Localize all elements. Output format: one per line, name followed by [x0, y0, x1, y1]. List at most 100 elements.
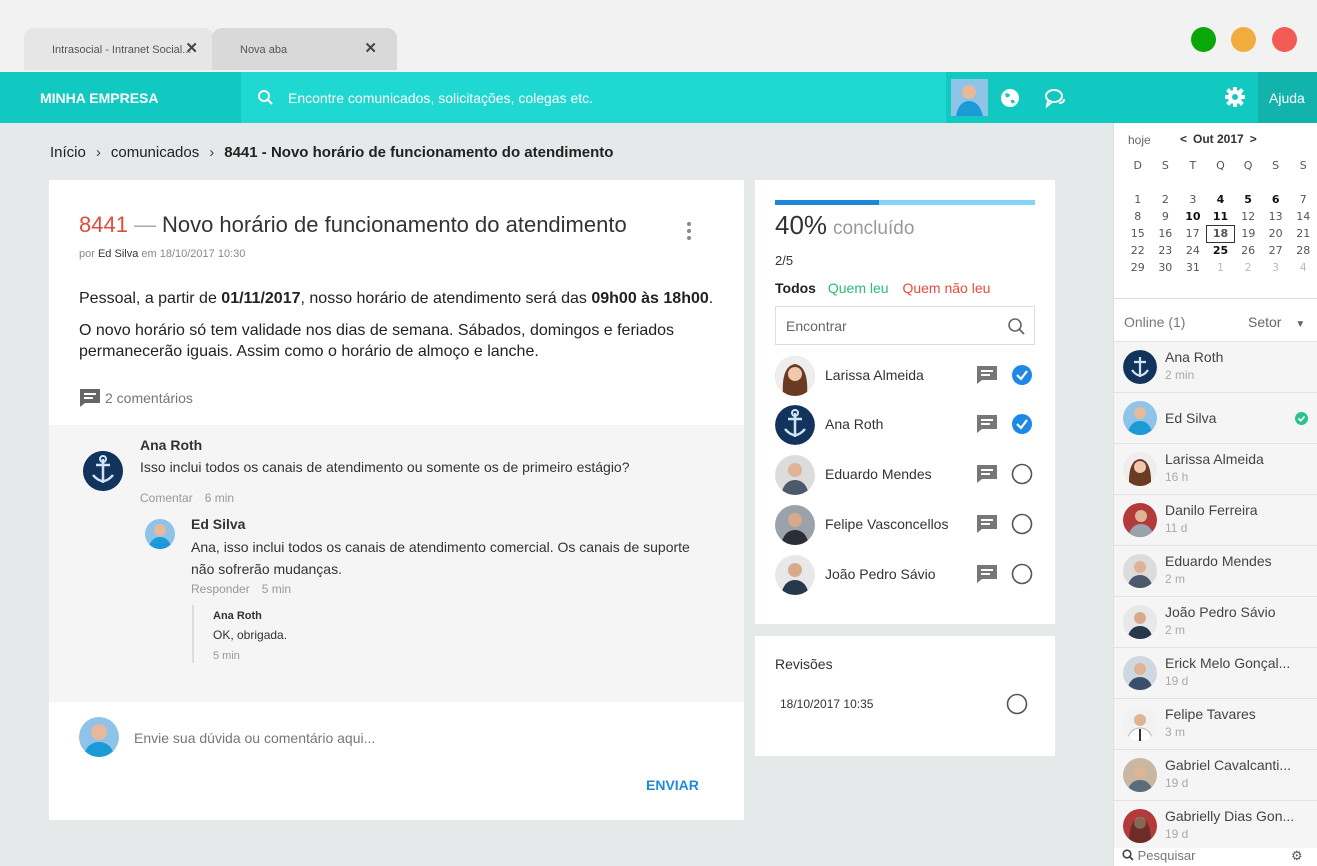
calendar-day[interactable]: 2 [1152, 191, 1180, 208]
calendar-day[interactable]: 4 [1207, 191, 1235, 208]
company-brand[interactable]: MINHA EMPRESA [40, 90, 159, 106]
user-list-item[interactable]: Gabrielly Dias Gon... 19 d [1114, 800, 1317, 851]
user-list-item[interactable]: Danilo Ferreira 11 d [1114, 494, 1317, 545]
calendar-day[interactable]: 10 [1179, 208, 1207, 225]
calendar-day[interactable]: 14 [1289, 208, 1317, 225]
revision-radio-icon[interactable] [1006, 693, 1028, 715]
calendar-day[interactable]: 3 [1179, 191, 1207, 208]
close-tab-icon[interactable]: ✕ [185, 39, 198, 57]
filter-all[interactable]: Todos [775, 280, 816, 296]
revision-item[interactable]: 18/10/2017 10:35 [780, 697, 873, 711]
post-number: 8441 [79, 212, 128, 237]
calendar-day[interactable]: 2 [1234, 259, 1262, 276]
calendar-day[interactable]: 30 [1152, 259, 1180, 276]
global-search[interactable]: Encontre comunicados, solicitações, cole… [241, 72, 946, 123]
reader-name[interactable]: Felipe Vasconcellos [825, 516, 948, 532]
message-icon[interactable] [976, 414, 998, 434]
breadcrumb-home[interactable]: Início [50, 144, 86, 161]
comment-action[interactable]: Responder [191, 582, 250, 596]
chevron-left-icon[interactable]: < [1180, 132, 1187, 146]
calendar-day[interactable]: 20 [1262, 225, 1290, 242]
calendar-day[interactable]: 15 [1124, 225, 1152, 242]
search-icon [258, 90, 273, 105]
user-list-item[interactable]: Larissa Almeida 16 h [1114, 443, 1317, 494]
comment-action[interactable]: Comentar [140, 491, 193, 505]
message-icon[interactable] [976, 564, 998, 584]
calendar-day[interactable]: 9 [1152, 208, 1180, 225]
calendar-day[interactable]: 26 [1234, 242, 1262, 259]
user-list-item[interactable]: Eduardo Mendes 2 m [1114, 545, 1317, 596]
reader-name[interactable]: Larissa Almeida [825, 367, 924, 383]
gear-icon[interactable] [1225, 87, 1245, 107]
comment-meta: Comentar 6 min [140, 491, 235, 505]
calendar-day[interactable]: 8 [1124, 208, 1152, 225]
calendar-day[interactable]: 7 [1289, 191, 1317, 208]
comment-author[interactable]: Ana Roth [213, 610, 262, 622]
calendar-day[interactable]: 17 [1179, 225, 1207, 242]
people-search-input[interactable]: Pesquisar ⚙ [1114, 848, 1317, 866]
avatar [1123, 503, 1157, 537]
avatar [1123, 809, 1157, 843]
comment-input[interactable]: Envie sua dúvida ou comentário aqui... [134, 730, 375, 746]
calendar-day[interactable]: 29 [1124, 259, 1152, 276]
filter-unread[interactable]: Quem não leu [902, 280, 990, 296]
close-tab-icon[interactable]: ✕ [364, 39, 377, 57]
user-list-item[interactable]: Gabriel Cavalcanti... 19 d [1114, 749, 1317, 800]
post-author-link[interactable]: Ed Silva [98, 248, 138, 260]
user-list-item[interactable]: Ana Roth 2 min [1114, 341, 1317, 392]
calendar-day-today[interactable]: 18 [1206, 224, 1235, 243]
reader-name[interactable]: Eduardo Mendes [825, 466, 932, 482]
help-button[interactable]: Ajuda [1258, 72, 1317, 123]
calendar-day[interactable]: 31 [1179, 259, 1207, 276]
send-button[interactable]: ENVIAR [646, 777, 699, 793]
breadcrumb-section[interactable]: comunicados [111, 144, 199, 161]
calendar-day[interactable]: 4 [1289, 259, 1317, 276]
calendar-day[interactable]: 19 [1234, 225, 1262, 242]
user-list-item[interactable]: Felipe Tavares 3 m [1114, 698, 1317, 749]
find-reader-input[interactable]: Encontrar [775, 306, 1035, 345]
calendar-day[interactable]: 24 [1179, 242, 1207, 259]
user-list-item[interactable]: Erick Melo Gonçal... 19 d [1114, 647, 1317, 698]
comment-icon [80, 389, 100, 407]
filter-read[interactable]: Quem leu [828, 280, 889, 296]
calendar-day[interactable]: 28 [1289, 242, 1317, 259]
message-icon[interactable] [976, 464, 998, 484]
calendar-day[interactable]: 1 [1124, 191, 1152, 208]
calendar-day[interactable]: 21 [1289, 225, 1317, 242]
calendar-day[interactable]: 13 [1262, 208, 1290, 225]
browser-tab-intrasocial[interactable]: Intrasocial - Intranet Social... ✕ [24, 28, 214, 70]
more-options-icon[interactable] [687, 222, 691, 243]
calendar-day[interactable]: 27 [1262, 242, 1290, 259]
user-list-item[interactable]: Ed Silva [1114, 392, 1317, 443]
reader-name[interactable]: Ana Roth [825, 416, 883, 432]
calendar-day[interactable]: 6 [1262, 191, 1290, 208]
comment-count[interactable]: 2 comentários [79, 388, 193, 408]
window-maximize-button[interactable] [1191, 27, 1216, 52]
current-user-avatar[interactable] [951, 79, 988, 116]
calendar-day[interactable]: 12 [1234, 208, 1262, 225]
calendar-day[interactable]: 11 [1207, 208, 1235, 225]
chat-icon[interactable] [1044, 88, 1066, 108]
calendar-today-button[interactable]: hoje [1128, 133, 1151, 147]
user-list-item[interactable]: João Pedro Sávio 2 m [1114, 596, 1317, 647]
calendar-day[interactable]: 5 [1234, 191, 1262, 208]
settings-gear-icon[interactable]: ⚙ [1291, 848, 1303, 864]
calendar-day[interactable]: 22 [1124, 242, 1152, 259]
user-name: João Pedro Sávio [1165, 604, 1276, 620]
reader-name[interactable]: João Pedro Sávio [825, 566, 936, 582]
calendar-day[interactable]: 16 [1152, 225, 1180, 242]
globe-icon[interactable] [1000, 88, 1020, 108]
browser-tab-nova-aba[interactable]: Nova aba ✕ [212, 28, 397, 70]
comment-author[interactable]: Ed Silva [191, 516, 245, 532]
comment-author[interactable]: Ana Roth [140, 437, 202, 453]
message-icon[interactable] [976, 365, 998, 385]
window-minimize-button[interactable] [1231, 27, 1256, 52]
calendar-day[interactable]: 25 [1207, 242, 1235, 259]
window-close-button[interactable] [1272, 27, 1297, 52]
message-icon[interactable] [976, 514, 998, 534]
calendar-day[interactable]: 23 [1152, 242, 1180, 259]
chevron-right-icon[interactable]: > [1250, 132, 1257, 146]
sector-dropdown[interactable]: Setor ▼ [1248, 314, 1305, 330]
calendar-day[interactable]: 3 [1262, 259, 1290, 276]
calendar-day[interactable]: 1 [1207, 259, 1235, 276]
